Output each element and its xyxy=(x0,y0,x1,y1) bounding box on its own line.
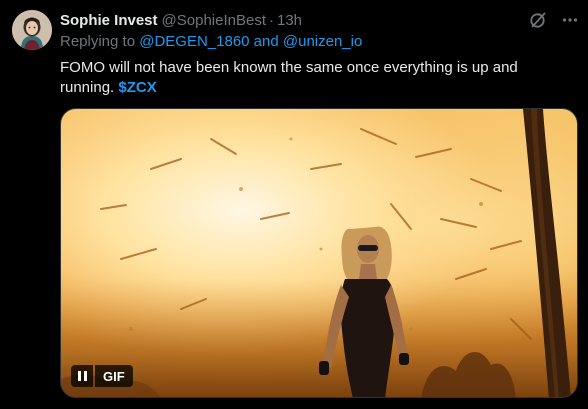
pause-icon[interactable] xyxy=(71,365,93,387)
gif-badge: GIF xyxy=(95,365,133,387)
header-actions xyxy=(528,10,580,30)
tweet[interactable]: Sophie Invest @SophieInBest · 13h Replyi… xyxy=(0,0,588,409)
replying-to-label: Replying to xyxy=(60,33,136,50)
gif-frame xyxy=(61,109,577,397)
grok-icon[interactable] xyxy=(528,10,548,30)
author-handle[interactable]: @SophieInBest xyxy=(162,12,266,29)
author-name[interactable]: Sophie Invest xyxy=(60,12,158,29)
cashtag-link[interactable]: $ZCX xyxy=(118,79,156,96)
mention-degen[interactable]: @DEGEN_1860 xyxy=(139,33,249,50)
avatar[interactable] xyxy=(12,10,52,50)
avatar-image xyxy=(12,10,52,50)
more-icon[interactable] xyxy=(560,10,580,30)
tweet-timestamp[interactable]: 13h xyxy=(277,12,302,29)
tweet-text: FOMO will not have been known the same o… xyxy=(60,58,560,98)
reply-conjunction: and xyxy=(253,33,279,50)
gif-media[interactable]: GIF xyxy=(60,108,578,398)
separator-dot: · xyxy=(269,11,274,29)
mention-unizen[interactable]: @unizen_io xyxy=(283,33,362,50)
tweet-header: Sophie Invest @SophieInBest · 13h xyxy=(60,10,302,30)
replying-to: Replying to @DEGEN_1860 and @unizen_io xyxy=(60,33,362,50)
gif-controls: GIF xyxy=(71,365,133,387)
